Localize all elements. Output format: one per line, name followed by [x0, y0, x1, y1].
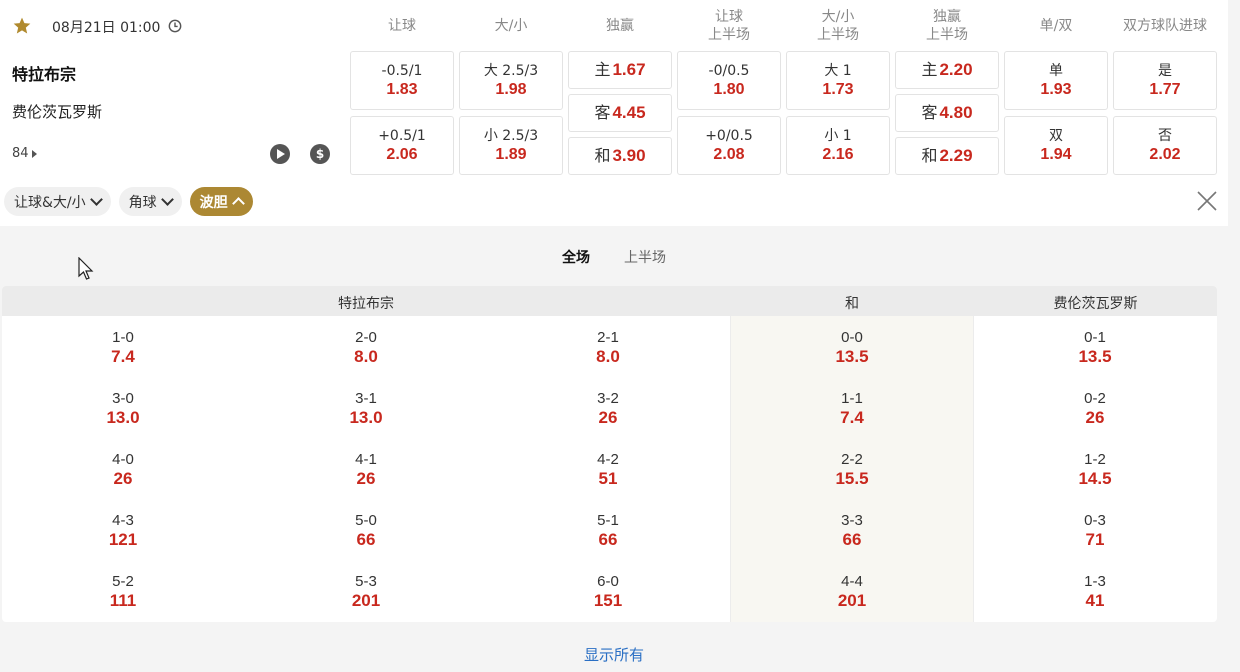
score-cell[interactable]: 5-0 66: [296, 511, 436, 550]
odds-cell-over-under-1[interactable]: 小 2.5/3 1.89: [459, 116, 563, 175]
score-cell[interactable]: 0-2 26: [1025, 389, 1165, 428]
score-cell[interactable]: 4-1 26: [296, 450, 436, 489]
column-header-match-winner: 独赢: [606, 18, 634, 34]
odds-cell-handicap-1[interactable]: +0.5/1 2.06: [350, 116, 454, 175]
dollar-icon[interactable]: $: [310, 144, 330, 164]
column-header-over-under-1h: 大/小 上半场: [817, 9, 859, 43]
odds-cell-match-winner-2[interactable]: 和 3.90: [568, 137, 672, 175]
score-cell[interactable]: 5-1 66: [538, 511, 678, 550]
score-cell[interactable]: 5-3 201: [296, 572, 436, 611]
play-icon[interactable]: [270, 144, 290, 164]
score-cell[interactable]: 1-1 7.4: [782, 389, 922, 428]
score-cell[interactable]: 0-0 13.5: [782, 328, 922, 367]
column-header-over-under: 大/小: [494, 18, 528, 34]
away-team-name: 费伦茨瓦罗斯: [12, 103, 103, 121]
score-cell[interactable]: 4-2 51: [538, 450, 678, 489]
chevron-up-icon: [231, 197, 245, 210]
away-column-header: 费伦茨瓦罗斯: [1053, 296, 1138, 312]
score-cell[interactable]: 4-0 26: [53, 450, 193, 489]
caret-right-icon: [31, 149, 37, 158]
column-header-handicap-1h: 让球 上半场: [708, 9, 750, 43]
column-header-both-teams-score: 双方球队进球: [1123, 18, 1207, 34]
odds-cell-handicap-1h-1[interactable]: +0/0.5 2.08: [677, 116, 781, 175]
filter-corners[interactable]: 角球: [118, 187, 182, 216]
period-tabs: 全场 上半场: [0, 246, 1228, 268]
odds-cell-match-winner-0[interactable]: 主 1.67: [568, 51, 672, 89]
odds-cell-handicap-1h-0[interactable]: -0/0.5 1.80: [677, 51, 781, 110]
live-clock-icon: [168, 19, 182, 33]
filter-handicap-ou[interactable]: 让球&大/小: [4, 187, 111, 216]
score-cell[interactable]: 0-1 13.5: [1025, 328, 1165, 367]
odds-cell-odd-even-1[interactable]: 双 1.94: [1004, 116, 1108, 175]
home-column-header: 特拉布宗: [338, 296, 394, 312]
favorite-star-icon[interactable]: [12, 16, 32, 36]
score-cell[interactable]: 1-2 14.5: [1025, 450, 1165, 489]
score-cell[interactable]: 1-0 7.4: [53, 328, 193, 367]
odds-cell-match-winner-1h-0[interactable]: 主 2.20: [895, 51, 999, 89]
column-header-odd-even: 单/双: [1039, 18, 1073, 34]
home-team-name: 特拉布宗: [12, 65, 77, 84]
odds-cell-match-winner-1h-2[interactable]: 和 2.29: [895, 137, 999, 175]
chevron-down-icon: [160, 193, 174, 206]
score-cell[interactable]: 2-1 8.0: [538, 328, 678, 367]
score-cell[interactable]: 4-3 121: [53, 511, 193, 550]
score-cell[interactable]: 1-3 41: [1025, 572, 1165, 611]
score-cell[interactable]: 6-0 151: [538, 572, 678, 611]
scrollbar-track[interactable]: [1228, 0, 1240, 672]
match-card: 08月21日 01:00 特拉布宗 费伦茨瓦罗斯 84 $ 让球 大/小 独赢 让球上…: [0, 0, 1228, 226]
market-filter-bar: 让球&大/小 角球 波胆: [4, 187, 253, 216]
table-header: 特拉布宗 和 费伦茨瓦罗斯: [2, 286, 1217, 316]
column-header-handicap: 让球: [388, 18, 416, 34]
close-icon[interactable]: [1196, 190, 1218, 212]
show-all-link[interactable]: 显示所有: [0, 644, 1228, 665]
score-cell[interactable]: 2-2 15.5: [782, 450, 922, 489]
score-cell[interactable]: 3-0 13.0: [53, 389, 193, 428]
odds-cell-over-under-0[interactable]: 大 2.5/3 1.98: [459, 51, 563, 110]
score-cell[interactable]: 0-3 71: [1025, 511, 1165, 550]
draw-column-header: 和: [845, 296, 859, 312]
score-cell[interactable]: 5-2 111: [53, 572, 193, 611]
markets-count: 84: [12, 146, 29, 161]
filter-correct-score[interactable]: 波胆: [189, 187, 253, 216]
score-cell[interactable]: 3-1 13.0: [296, 389, 436, 428]
chevron-down-icon: [89, 193, 103, 206]
odds-cell-both-teams-score-0[interactable]: 是 1.77: [1113, 51, 1217, 110]
odds-cell-over-under-1h-0[interactable]: 大 1 1.73: [786, 51, 890, 110]
match-datetime: 08月21日 01:00: [52, 20, 161, 36]
odds-cell-handicap-0[interactable]: -0.5/1 1.83: [350, 51, 454, 110]
mouse-pointer-icon: [78, 257, 94, 280]
odds-cell-both-teams-score-1[interactable]: 否 2.02: [1113, 116, 1217, 175]
odds-cell-match-winner-1h-1[interactable]: 客 4.80: [895, 94, 999, 132]
tab-full-time[interactable]: 全场: [558, 246, 594, 268]
more-markets-link[interactable]: 84: [12, 146, 37, 161]
tab-first-half[interactable]: 上半场: [620, 246, 670, 268]
column-header-match-winner-1h: 独赢 上半场: [926, 9, 968, 43]
odds-cell-over-under-1h-1[interactable]: 小 1 2.16: [786, 116, 890, 175]
score-cell[interactable]: 3-3 66: [782, 511, 922, 550]
score-cell[interactable]: 3-2 26: [538, 389, 678, 428]
score-cell[interactable]: 2-0 8.0: [296, 328, 436, 367]
correct-score-table: 特拉布宗 和 费伦茨瓦罗斯 1-0 7.4 2-0 8.0 2-1 8.0 0-0 13.5 0…: [2, 286, 1217, 622]
odds-cell-odd-even-0[interactable]: 单 1.93: [1004, 51, 1108, 110]
odds-cell-match-winner-1[interactable]: 客 4.45: [568, 94, 672, 132]
score-cell[interactable]: 4-4 201: [782, 572, 922, 611]
